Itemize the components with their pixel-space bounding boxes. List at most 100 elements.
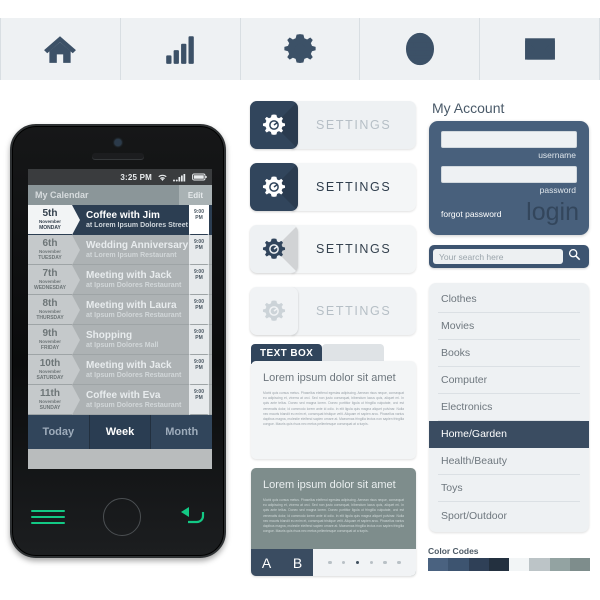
event-day: 7th — [42, 267, 58, 279]
event-time-meridiem: PM — [195, 215, 203, 221]
category-item-home-garden[interactable]: Home/Garden — [429, 421, 589, 448]
settings-button-label: SETTINGS — [292, 101, 416, 149]
category-item-clothes[interactable]: Clothes — [438, 286, 580, 313]
top-navigation-bar — [0, 18, 600, 80]
wifi-icon — [157, 173, 168, 182]
carousel-dot[interactable] — [383, 560, 387, 565]
status-bar: 3:25 PM — [28, 169, 212, 185]
category-item-health-beauty[interactable]: Health/Beauty — [438, 448, 580, 475]
event-date-badge: 9th November FRIDAY — [28, 325, 80, 355]
envelope-icon — [523, 32, 557, 66]
search-input[interactable]: Your search here — [433, 249, 563, 264]
event-date-badge: 5th November MONDAY — [28, 205, 80, 235]
event-date-badge: 10th November SATURDAY — [28, 355, 80, 385]
search-icon — [568, 248, 581, 266]
tab-week[interactable]: Week — [89, 415, 152, 449]
event-row[interactable]: 8th November THURSDAY Meeting with Laura… — [28, 295, 212, 325]
category-item-sport-outdoor[interactable]: Sport/Outdoor — [438, 502, 580, 529]
nav-item-mail[interactable] — [480, 18, 600, 80]
event-time-meridiem: PM — [195, 275, 203, 281]
event-date-badge: 11th November SUNDAY — [28, 385, 80, 415]
event-row[interactable]: 9th November FRIDAY Shopping at Ipsum Do… — [28, 325, 212, 355]
gear-icon — [283, 32, 317, 66]
globe-icon — [403, 32, 437, 66]
username-label: username — [538, 150, 576, 160]
category-item-toys[interactable]: Toys — [438, 475, 580, 502]
settings-button[interactable]: SETTINGS — [250, 101, 416, 149]
event-subtitle: at Ipsum Dolores Restaurant — [86, 401, 182, 409]
event-time-meridiem: PM — [195, 245, 203, 251]
event-date-badge: 6th November TUESDAY — [28, 235, 80, 265]
nav-item-settings[interactable] — [241, 18, 361, 80]
event-title: Coffee with Jim — [86, 209, 160, 221]
event-time-ribbon: 9:00 PM — [189, 205, 209, 235]
settings-icon-tile — [250, 225, 298, 273]
category-item-electronics[interactable]: Electronics — [438, 394, 580, 421]
event-body: Coffee with Eva at Ipsum Dolores Restaur… — [72, 385, 189, 414]
event-subtitle: at Lorem Ipsum Dolores Street — [86, 221, 188, 229]
event-time-ribbon: 9:00 PM — [189, 265, 209, 295]
edit-button[interactable]: Edit — [178, 185, 212, 205]
color-codes-strip — [428, 558, 590, 571]
settings-button[interactable]: SETTINGS — [250, 163, 416, 211]
event-time-ribbon: 9:00 PM — [189, 295, 209, 325]
settings-button-disabled[interactable]: SETTINGS — [250, 287, 416, 335]
settings-button[interactable]: SETTINGS — [250, 225, 416, 273]
carousel-dot[interactable] — [341, 560, 346, 565]
color-swatch — [468, 558, 489, 571]
search-button[interactable] — [563, 248, 585, 266]
nav-item-stats[interactable] — [121, 18, 241, 80]
nav-item-globe[interactable] — [360, 18, 481, 80]
event-weekday: FRIDAY — [40, 344, 60, 351]
category-item-books[interactable]: Books — [438, 340, 580, 367]
event-row[interactable]: 11th November SUNDAY Coffee with Eva at … — [28, 385, 212, 415]
password-field[interactable] — [441, 166, 577, 183]
event-weekday: WEDNESDAY — [33, 284, 67, 291]
gray-panel-body: Morbi quis cursus metus. Phasellus eleif… — [263, 498, 404, 534]
tab-month[interactable]: Month — [151, 415, 212, 449]
event-title: Coffee with Eva — [86, 389, 161, 401]
carousel-dot[interactable] — [369, 560, 374, 565]
earpiece-speaker — [92, 153, 144, 159]
event-title: Wedding Anniversary — [86, 239, 189, 251]
username-field[interactable] — [441, 131, 577, 148]
login-button[interactable]: login — [526, 197, 579, 227]
event-row[interactable]: 10th November SATURDAY Meeting with Jack… — [28, 355, 212, 385]
category-item-computer[interactable]: Computer — [438, 367, 580, 394]
button-b[interactable]: B — [282, 549, 313, 576]
settings-button-label: SETTINGS — [292, 225, 416, 273]
menu-icon[interactable] — [31, 510, 65, 524]
forgot-password-link[interactable]: forgot password — [441, 209, 501, 219]
event-row[interactable]: 7th November WEDNESDAY Meeting with Jack… — [28, 265, 212, 295]
event-row[interactable]: 6th November TUESDAY Wedding Anniversary… — [28, 235, 212, 265]
settings-icon-tile — [250, 287, 298, 335]
color-swatch — [509, 558, 530, 571]
event-time-ribbon: 9:00 PM — [189, 235, 209, 265]
color-swatch — [428, 558, 449, 571]
text-box-panel: Lorem ipsum dolor sit amet Morbi quis cu… — [251, 361, 416, 459]
event-weekday: THURSDAY — [36, 314, 64, 321]
carousel-dot[interactable] — [328, 560, 332, 565]
event-day: 5th — [42, 207, 58, 219]
event-time-meridiem: PM — [195, 305, 203, 311]
carousel-dot-active[interactable] — [355, 560, 360, 565]
settings-button-label: SETTINGS — [292, 163, 416, 211]
ab-toggle-group: A B — [251, 549, 313, 576]
event-subtitle: at Ipsum Dolores Mall — [86, 341, 159, 349]
tab-today[interactable]: Today — [28, 415, 90, 449]
color-swatch — [529, 558, 550, 571]
nav-item-home[interactable] — [0, 18, 121, 80]
text-panel-heading: Lorem ipsum dolor sit amet — [263, 372, 396, 384]
status-time: 3:25 PM — [120, 172, 152, 182]
category-item-movies[interactable]: Movies — [438, 313, 580, 340]
page-title: My Calendar — [35, 190, 89, 200]
category-list: Clothes Movies Books Computer Electronic… — [429, 283, 589, 532]
event-title: Shopping — [86, 329, 133, 341]
back-arrow-icon[interactable] — [179, 507, 205, 527]
button-a[interactable]: A — [251, 549, 282, 576]
color-swatch — [488, 558, 509, 571]
event-row[interactable]: 5th November MONDAY Coffee with Jim at L… — [28, 205, 212, 235]
event-time-meridiem: PM — [195, 395, 203, 401]
home-button[interactable] — [103, 498, 141, 536]
carousel-dot[interactable] — [397, 560, 401, 565]
